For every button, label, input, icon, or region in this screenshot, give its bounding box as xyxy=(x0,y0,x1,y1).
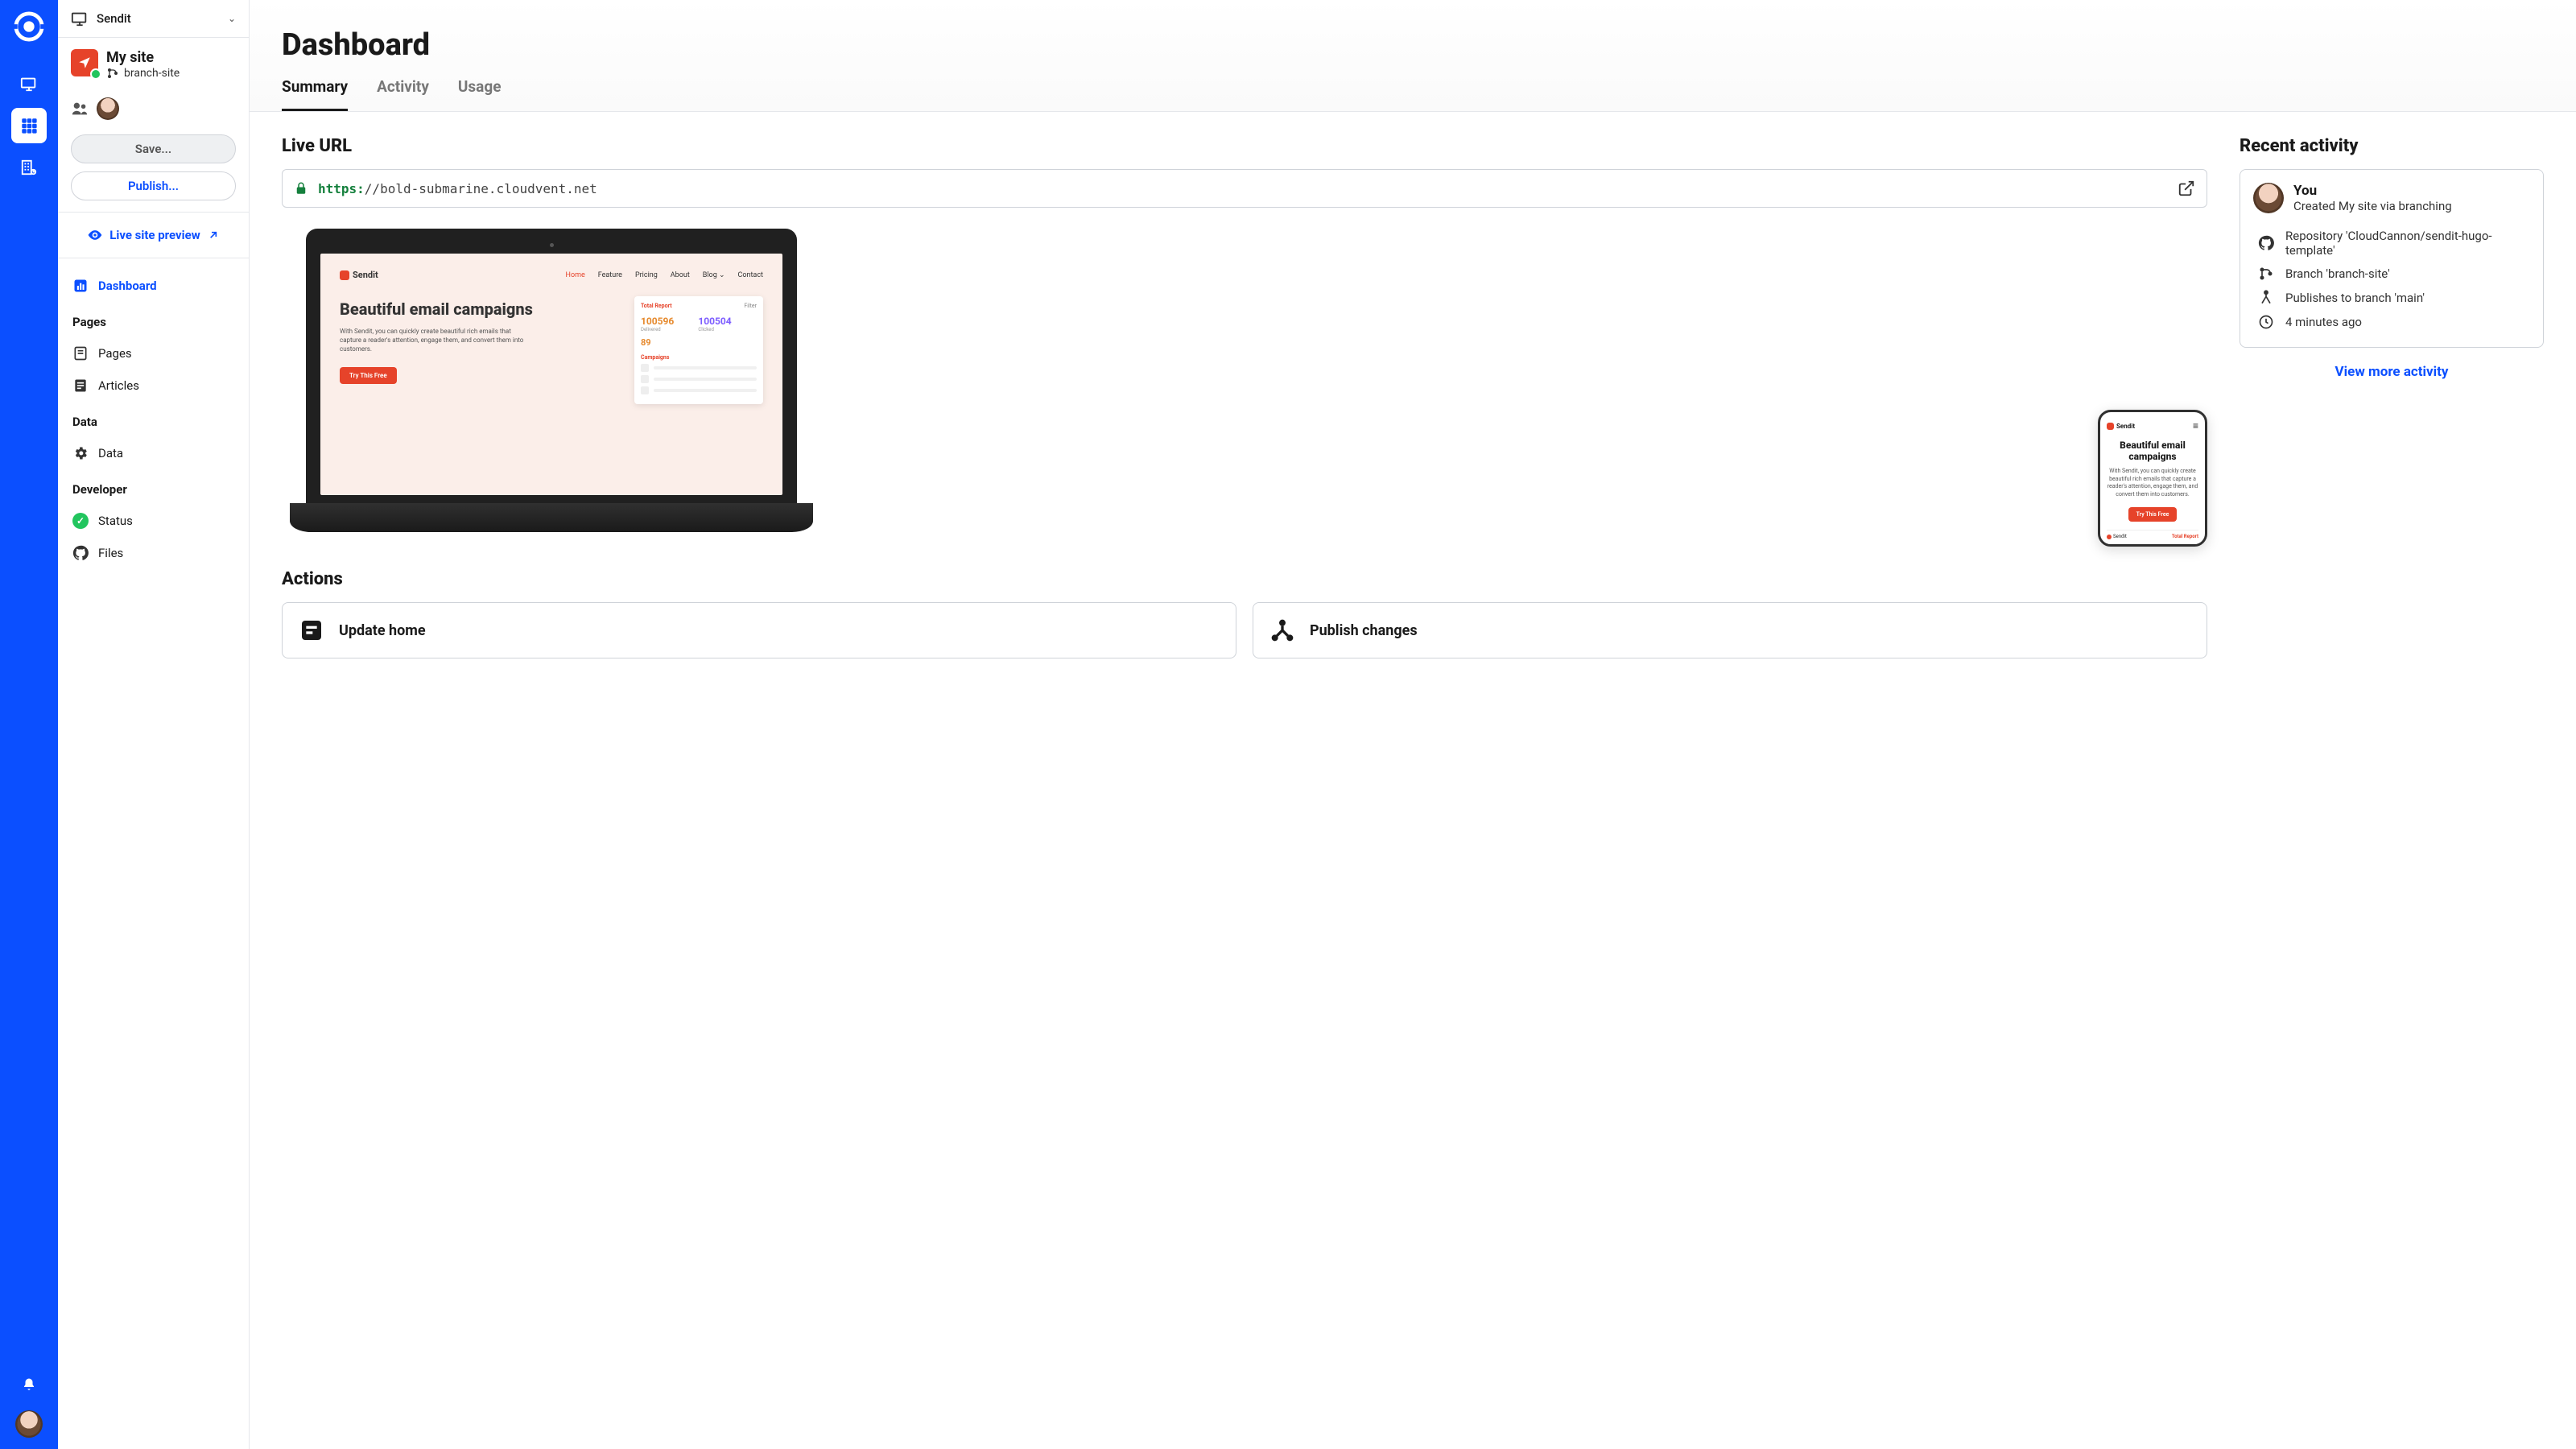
activity-avatar xyxy=(2253,183,2284,213)
activity-branch: Branch 'branch-site' xyxy=(2253,262,2530,286)
lock-icon xyxy=(294,181,308,196)
document-icon xyxy=(299,617,324,643)
nav-data[interactable]: Data xyxy=(58,437,249,469)
sidebar: Sendit ⌄ My site branch-site xyxy=(58,0,250,1449)
site-name: My site xyxy=(106,49,180,67)
app-logo xyxy=(14,11,44,42)
activity-action: Created My site via branching xyxy=(2293,199,2452,213)
live-preview-link[interactable]: Live site preview xyxy=(58,213,249,258)
nav-heading-developer: Developer xyxy=(58,469,249,505)
activity-card: You Created My site via branching Reposi… xyxy=(2240,169,2544,348)
clock-icon xyxy=(2258,314,2274,330)
merge-icon xyxy=(1269,617,1295,643)
rail-org-icon[interactable] xyxy=(11,150,47,185)
activity-publishes: Publishes to branch 'main' xyxy=(2253,286,2530,310)
open-external-icon[interactable] xyxy=(2178,180,2195,197)
tab-summary[interactable]: Summary xyxy=(282,77,348,111)
tabs: Summary Activity Usage xyxy=(282,77,2544,111)
page-title: Dashboard xyxy=(282,27,2544,63)
nav-heading-pages: Pages xyxy=(58,302,249,337)
team-row[interactable] xyxy=(58,93,249,130)
icon-rail: ▸ xyxy=(0,0,58,1449)
notifications-icon[interactable] xyxy=(11,1367,47,1402)
save-button[interactable]: Save... xyxy=(71,134,236,163)
activity-user: You xyxy=(2293,183,2452,199)
branch-name: branch-site xyxy=(124,67,180,80)
chevron-down-icon: ⌄ xyxy=(228,13,236,24)
activity-repo: Repository 'CloudCannon/sendit-hugo-temp… xyxy=(2253,225,2530,262)
actions-heading: Actions xyxy=(282,569,2207,589)
nav-files[interactable]: Files xyxy=(58,537,249,569)
status-ok-icon xyxy=(72,513,89,529)
branch-icon xyxy=(2258,266,2274,282)
branch-indicator: branch-site xyxy=(106,67,180,80)
site-preview: Sendit HomeFeaturePricingAboutBlog ⌄Cont… xyxy=(282,229,2207,547)
site-logo xyxy=(71,49,98,76)
tab-activity[interactable]: Activity xyxy=(377,77,429,111)
site-switcher[interactable]: Sendit ⌄ xyxy=(58,0,249,38)
publish-button[interactable]: Publish... xyxy=(71,171,236,200)
action-update-home[interactable]: Update home xyxy=(282,602,1236,658)
nav-heading-data: Data xyxy=(58,402,249,437)
status-ok-badge xyxy=(90,68,101,80)
main-content: Dashboard Summary Activity Usage Live UR… xyxy=(250,0,2576,1449)
live-url-heading: Live URL xyxy=(282,136,2207,156)
rail-apps-icon[interactable] xyxy=(11,108,47,143)
live-url-text: https://bold-submarine.cloudvent.net xyxy=(318,181,2168,196)
activity-time: 4 minutes ago xyxy=(2253,310,2530,334)
nav-status[interactable]: Status xyxy=(58,505,249,537)
github-icon xyxy=(2258,235,2274,251)
view-more-activity[interactable]: View more activity xyxy=(2240,364,2544,380)
site-switcher-name: Sendit xyxy=(97,11,228,26)
nav-pages[interactable]: Pages xyxy=(58,337,249,369)
nav-dashboard[interactable]: Dashboard xyxy=(58,270,249,302)
recent-activity-heading: Recent activity xyxy=(2240,136,2544,156)
user-avatar[interactable]: ▸ xyxy=(15,1410,43,1438)
nav-articles[interactable]: Articles xyxy=(58,369,249,402)
live-url-field[interactable]: https://bold-submarine.cloudvent.net xyxy=(282,169,2207,208)
action-publish-changes[interactable]: Publish changes xyxy=(1253,602,2207,658)
tab-usage[interactable]: Usage xyxy=(458,77,502,111)
rail-site-icon[interactable] xyxy=(11,66,47,101)
team-member-avatar xyxy=(97,97,119,120)
merge-up-icon xyxy=(2258,290,2274,306)
